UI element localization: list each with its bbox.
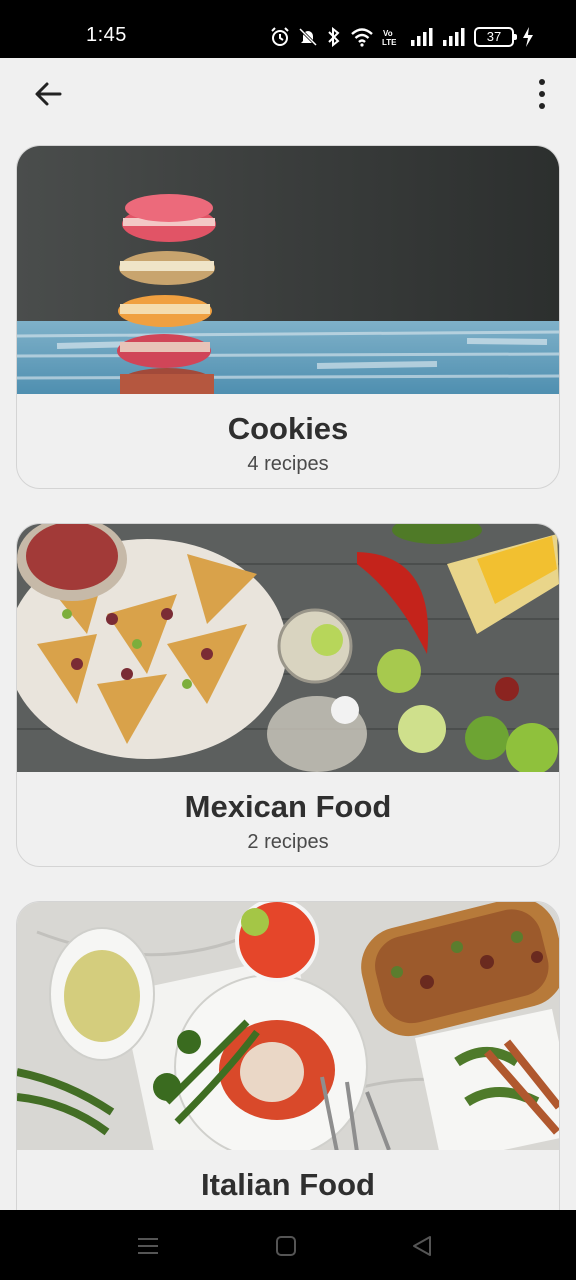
card-info: Mexican Food 2 recipes [17,772,559,866]
signal-icon [443,28,465,46]
menu-icon [138,1238,158,1254]
charging-icon [523,27,533,47]
category-list: Cookies 4 recipes Mexican Food 2 recipes… [16,145,560,1279]
category-card-cookies[interactable]: Cookies 4 recipes [16,145,560,489]
recents-button[interactable] [134,1232,162,1260]
status-time: 1:45 [86,24,127,46]
more-options-button[interactable] [524,72,560,116]
more-vertical-icon [539,79,545,109]
arrow-left-icon [35,82,62,106]
system-nav-bar [0,1210,576,1280]
card-image [17,902,559,1150]
home-icon [276,1236,296,1256]
status-bar: 1:45 Vo LTE 37 [0,0,576,58]
signal-icon [411,28,433,46]
home-button[interactable] [272,1232,300,1260]
category-card-italian-food[interactable]: Italian Food [16,901,560,1245]
app-bar [0,58,576,130]
wifi-icon [351,28,373,47]
bluetooth-icon [328,27,340,47]
volte-icon: Vo LTE [382,29,397,47]
battery-icon: 37 [474,27,517,47]
back-nav-button[interactable] [408,1232,436,1260]
card-image [17,146,559,394]
back-button[interactable] [24,72,72,116]
card-recipe-count: 4 recipes [247,453,329,475]
svg-text:Vo: Vo [383,29,393,38]
back-triangle-icon [413,1236,431,1256]
card-recipe-count: 2 recipes [247,831,329,853]
card-title: Cookies [227,411,349,446]
status-icons: Vo LTE 37 [270,22,534,52]
card-title: Mexican Food [184,789,392,824]
card-image [17,524,559,772]
category-card-mexican-food[interactable]: Mexican Food 2 recipes [16,523,560,867]
alarm-icon [271,27,289,46]
svg-text:LTE: LTE [382,38,397,47]
card-info: Cookies 4 recipes [17,394,559,488]
mute-icon [298,27,318,47]
card-title: Italian Food [201,1167,375,1202]
